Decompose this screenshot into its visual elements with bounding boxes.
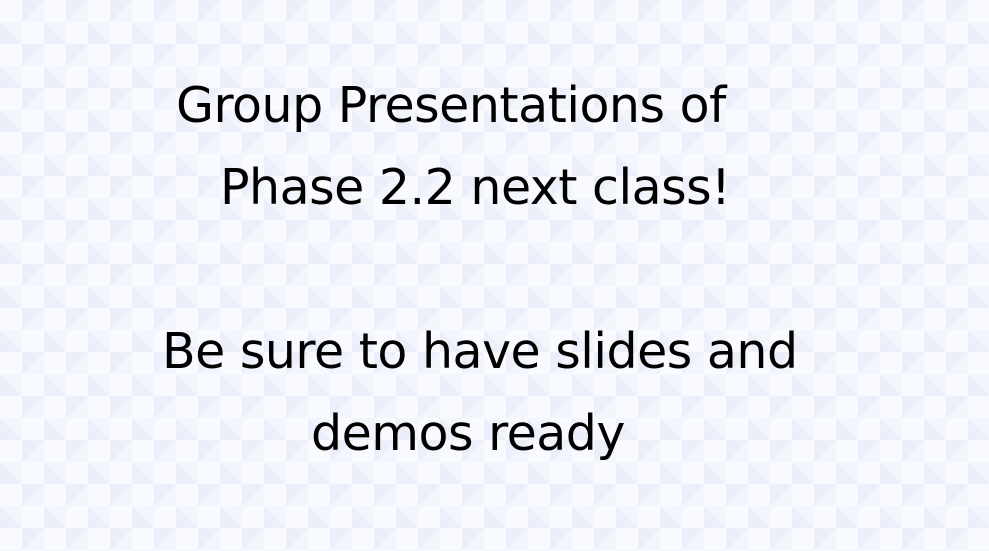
- reminder-line-1: Be sure to have slides and: [162, 323, 798, 380]
- slide-canvas: Group Presentations of Phase 2.2 next cl…: [0, 0, 989, 551]
- announcement-line-2: Phase 2.2 next class!: [220, 159, 731, 216]
- reminder-line-2: demos ready: [311, 405, 625, 462]
- announcement-line-1: Group Presentations of: [176, 77, 726, 134]
